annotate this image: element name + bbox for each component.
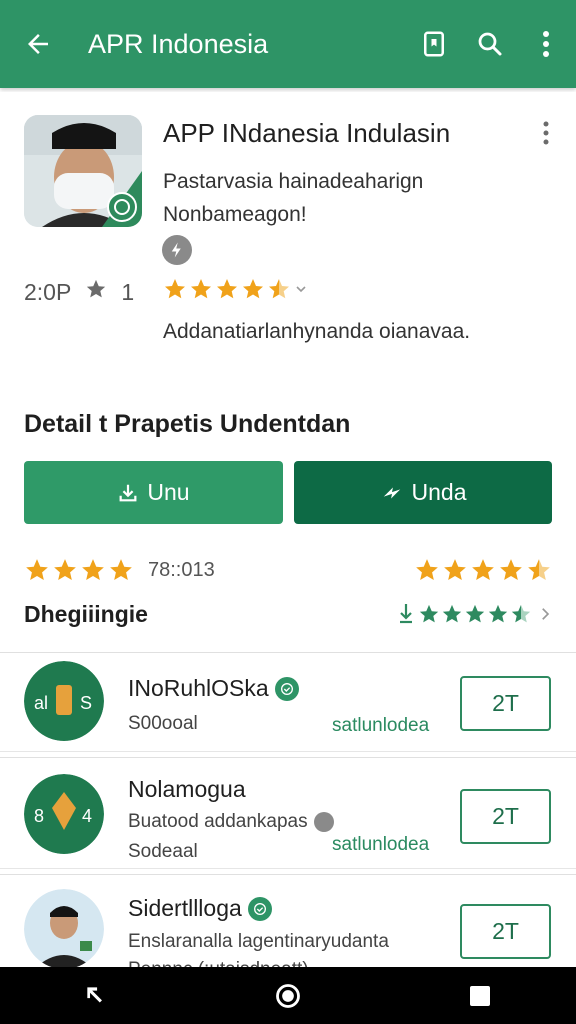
list-item[interactable]: 8 4 Nolamogua Buatood addankapas Sodeaal… bbox=[0, 757, 576, 869]
star-icon bbox=[472, 559, 494, 580]
verified-badge-icon bbox=[274, 676, 299, 701]
svg-text:S: S bbox=[80, 693, 92, 713]
rating-row: 78::013 bbox=[24, 555, 552, 585]
system-nav-bar bbox=[0, 967, 576, 1024]
star-icon bbox=[416, 559, 438, 580]
star-icon bbox=[488, 604, 508, 623]
star-icon bbox=[165, 279, 185, 299]
app-bar-title: APR Indonesia bbox=[88, 28, 269, 59]
svg-text:al: al bbox=[34, 693, 48, 713]
avatar bbox=[24, 889, 104, 969]
app-name: APP INdanesia Indulasin bbox=[163, 118, 451, 148]
info-icon bbox=[313, 812, 334, 832]
star-icon bbox=[465, 604, 485, 623]
arrow-left-icon[interactable] bbox=[18, 24, 58, 64]
verified-badge-icon bbox=[247, 896, 272, 921]
star-icon bbox=[85, 278, 107, 306]
star-icon bbox=[243, 279, 263, 299]
item-title: Sidertllloga bbox=[128, 895, 272, 922]
star-icon bbox=[191, 279, 211, 299]
search-icon[interactable] bbox=[470, 24, 510, 64]
item-link[interactable]: satlunlodea bbox=[332, 715, 429, 737]
avatar: 8 4 bbox=[24, 774, 104, 854]
more-vert-icon[interactable] bbox=[536, 118, 556, 148]
item-subtitle: Buatood addankapas bbox=[128, 811, 334, 833]
install-button[interactable]: Unu bbox=[24, 461, 283, 524]
star-half-icon bbox=[269, 279, 289, 299]
item-subtitle: Enslaranalla lagentinaryudanta bbox=[128, 931, 389, 952]
star-half-icon bbox=[511, 604, 531, 623]
top-app-bar: APR Indonesia bbox=[0, 0, 576, 88]
app-description: Pastarvasia hainadeaharign Nonbameagon! bbox=[163, 170, 424, 226]
rating-stars-left bbox=[24, 557, 134, 583]
star-icon bbox=[217, 279, 237, 299]
chevron-down-icon bbox=[296, 286, 306, 293]
svg-text:8: 8 bbox=[34, 806, 44, 826]
app-tagline: Addanatiarlanhynanda oianavaa. bbox=[163, 320, 471, 343]
bolt-icon bbox=[383, 487, 400, 498]
star-icon bbox=[26, 559, 48, 580]
rating-stars-right bbox=[414, 557, 552, 583]
item-link[interactable]: satlunlodea bbox=[332, 834, 429, 856]
home-nav-icon[interactable] bbox=[268, 976, 308, 1016]
list-item[interactable]: Sidertllloga Enslaranalla lagentinaryuda… bbox=[0, 874, 576, 980]
download-icon bbox=[400, 604, 412, 624]
star-icon bbox=[110, 559, 132, 580]
item-action-button[interactable]: 2T bbox=[460, 676, 551, 731]
item-action-button[interactable]: 2T bbox=[460, 789, 551, 844]
list-item[interactable]: al S INoRuhlOSka S00ooal satlunlodea 2T bbox=[0, 652, 576, 752]
star-icon bbox=[442, 604, 462, 623]
reviews-summary bbox=[398, 602, 554, 626]
update-button[interactable]: Unda bbox=[294, 461, 552, 524]
app-icon[interactable] bbox=[24, 115, 142, 227]
app-rating-stars bbox=[163, 277, 309, 301]
meta-count: 1 bbox=[121, 278, 135, 305]
recents-nav-icon[interactable] bbox=[460, 976, 500, 1016]
back-nav-icon[interactable] bbox=[76, 976, 116, 1016]
developer-icon[interactable] bbox=[162, 235, 192, 265]
meta-label: 2:0P bbox=[24, 278, 72, 305]
item-subtitle: S00ooal bbox=[128, 713, 198, 734]
star-icon bbox=[444, 559, 466, 580]
rating-value: 78::013 bbox=[148, 558, 215, 581]
item-title: INoRuhlOSka bbox=[128, 675, 299, 702]
section-title: Detail t Prapetis Undentdan bbox=[24, 410, 351, 438]
svg-text:4: 4 bbox=[82, 806, 92, 826]
star-icon bbox=[54, 559, 76, 580]
star-half-icon bbox=[528, 559, 550, 580]
more-vert-icon[interactable] bbox=[526, 24, 566, 64]
reviews-row[interactable]: Dhegiiingie bbox=[24, 597, 554, 631]
bookmark-icon[interactable] bbox=[414, 24, 454, 64]
app-details-screen: APR Indonesia APP INdanesia Indulasin Pa… bbox=[0, 0, 576, 1024]
app-meta: 2:0P 1 bbox=[24, 278, 134, 306]
item-secondary: Sodeaal bbox=[128, 841, 198, 862]
avatar: al S bbox=[24, 661, 104, 741]
star-icon bbox=[419, 604, 439, 623]
star-icon bbox=[500, 559, 522, 580]
item-action-button[interactable]: 2T bbox=[460, 904, 551, 959]
reviews-label: Dhegiiingie bbox=[24, 600, 148, 627]
download-icon bbox=[119, 484, 137, 501]
item-title: Nolamogua bbox=[128, 776, 246, 802]
star-icon bbox=[82, 559, 104, 580]
chevron-right-icon bbox=[542, 608, 550, 620]
